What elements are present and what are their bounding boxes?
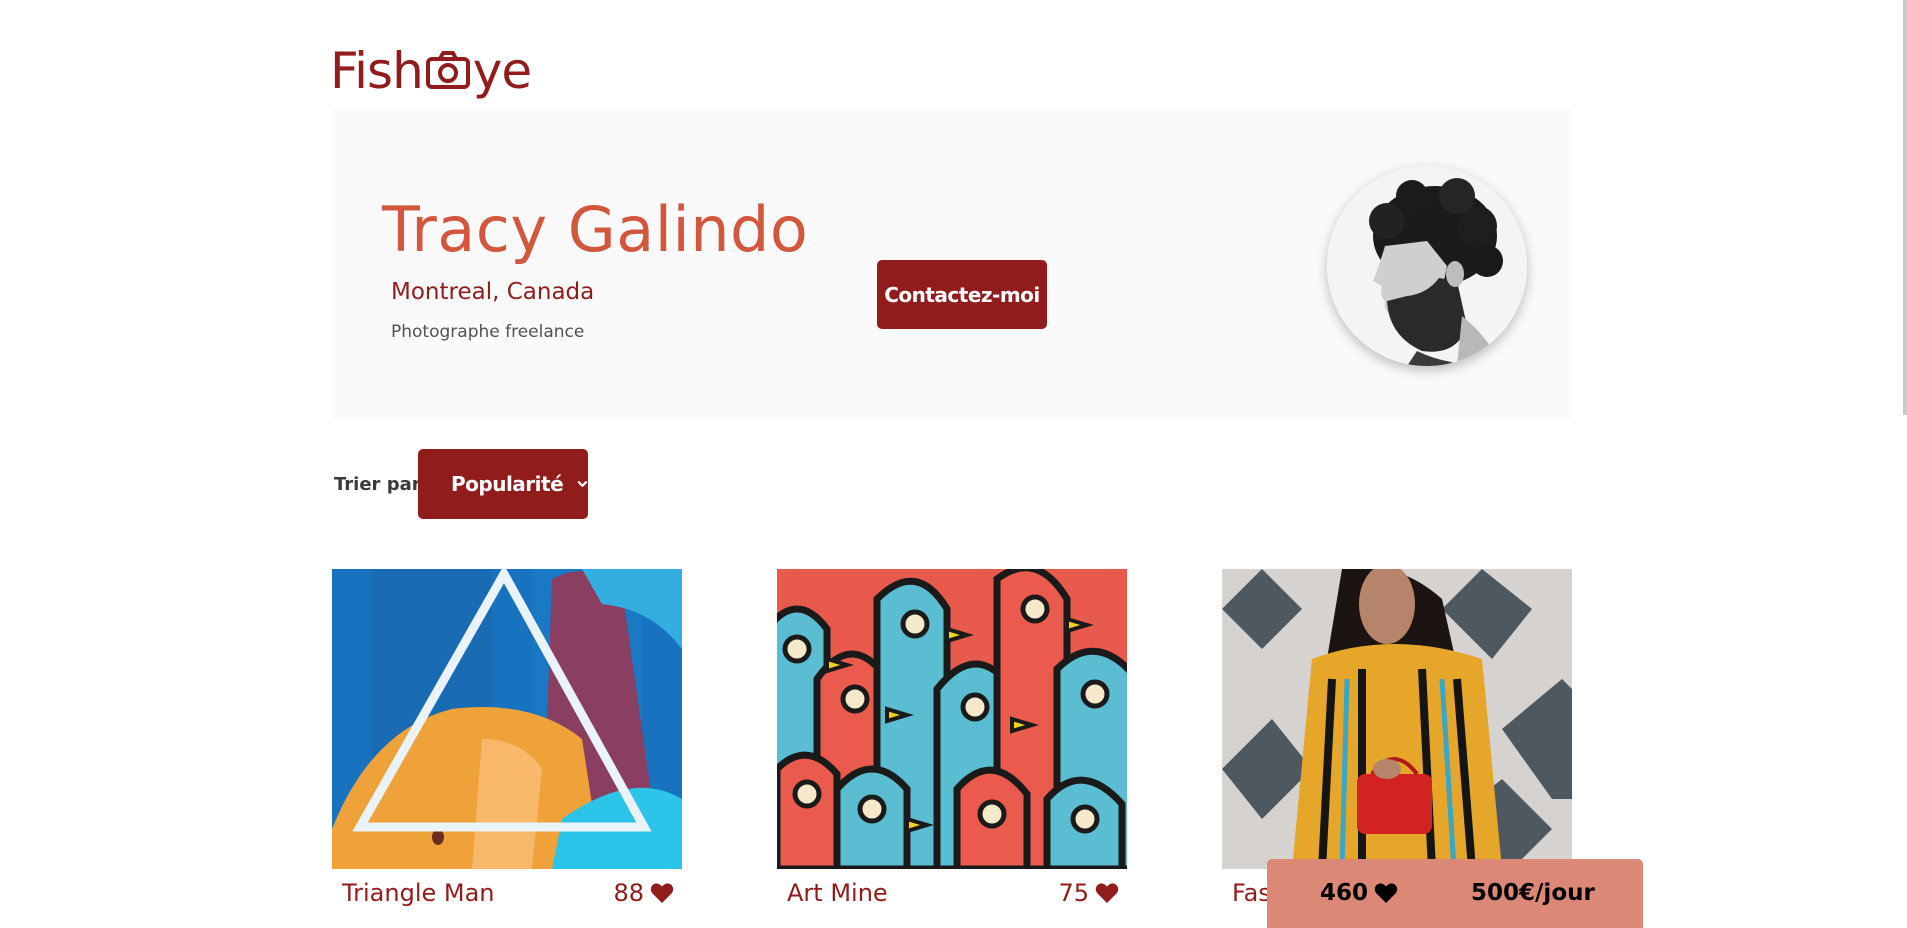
photographer-header: Tracy Galindo Montreal, Canada Photograp…	[332, 109, 1572, 419]
likes-price-widget: 460 500€/jour	[1267, 859, 1643, 928]
media-card[interactable]: Triangle Man 88	[332, 569, 682, 907]
contact-button[interactable]: Contactez-moi	[877, 260, 1047, 329]
media-meta: Triangle Man 88	[342, 879, 674, 907]
media-photo-triangle-man[interactable]	[332, 569, 682, 869]
logo-text-end: ye	[472, 42, 532, 100]
total-likes: 460	[1320, 880, 1398, 906]
photographer-name: Tracy Galindo	[382, 193, 809, 266]
fisheye-logo[interactable]: Fish ye	[330, 36, 532, 100]
sort-selected-option: Popularité	[451, 472, 564, 496]
photographer-avatar	[1327, 166, 1527, 366]
daily-price: 500€/jour	[1471, 880, 1595, 906]
camera-icon	[425, 51, 470, 89]
logo-text-start: Fish	[330, 42, 424, 100]
media-title: Triangle Man	[342, 879, 495, 907]
photographer-location: Montreal, Canada	[391, 279, 595, 305]
sort-label: Trier par	[334, 474, 421, 495]
media-card[interactable]: Art Mine 75	[777, 569, 1127, 907]
media-likes: 75	[1058, 879, 1119, 907]
media-like-count: 75	[1058, 879, 1089, 907]
media-photo-fashion[interactable]	[1222, 569, 1572, 869]
heart-icon[interactable]	[1095, 882, 1119, 904]
heart-icon[interactable]	[650, 882, 674, 904]
media-photo-art-mine[interactable]	[777, 569, 1127, 869]
heart-icon	[1374, 883, 1398, 903]
media-meta: Art Mine 75	[787, 879, 1119, 907]
photographer-page: Fish ye Tracy Galindo Montreal, Canada P…	[0, 0, 1907, 928]
media-card[interactable]: Fas	[1222, 569, 1572, 907]
media-like-count: 88	[613, 879, 644, 907]
sort-select[interactable]: Popularité	[418, 449, 588, 519]
chevron-down-icon	[577, 481, 588, 487]
media-title: Fas	[1232, 879, 1271, 907]
portrait-photo	[1327, 166, 1527, 366]
photographer-tagline: Photographe freelance	[391, 322, 585, 342]
media-likes: 88	[613, 879, 674, 907]
media-title: Art Mine	[787, 879, 888, 907]
total-likes-count: 460	[1320, 880, 1369, 906]
page-scrollbar[interactable]	[1903, 0, 1907, 415]
